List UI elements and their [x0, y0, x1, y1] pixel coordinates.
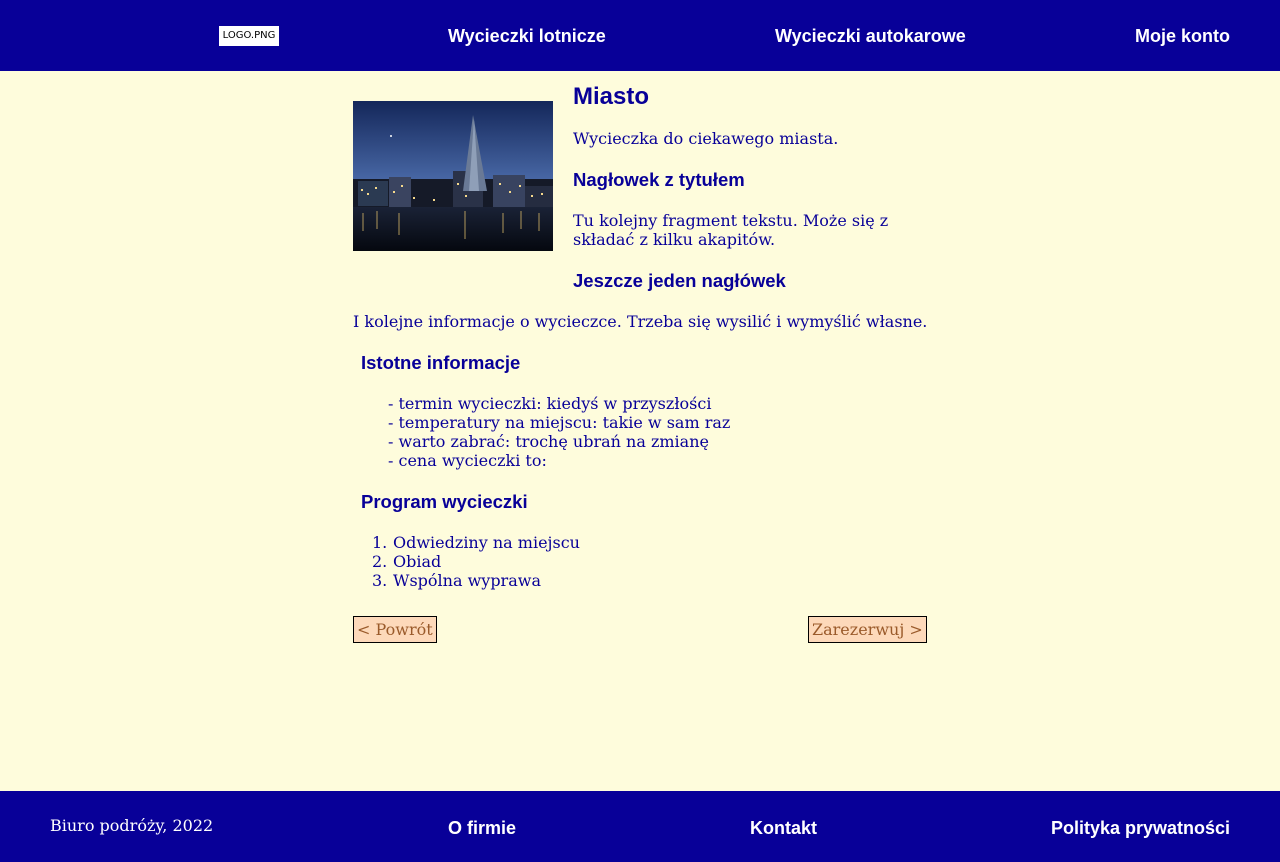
nav-link-bus-trips[interactable]: Wycieczki autokarowe	[775, 25, 966, 47]
site-footer: Biuro podróży, 2022 O firmie Kontakt Pol…	[0, 791, 1280, 862]
info-heading: Istotne informacje	[361, 352, 521, 373]
trip-intro: Wycieczka do ciekawego miasta.	[573, 129, 839, 148]
footer-link-privacy[interactable]: Polityka prywatności	[1051, 817, 1230, 839]
section-heading-2: Jeszcze jeden nagłówek	[573, 270, 786, 291]
paragraph-1-line-1: Tu kolejny fragment tekstu. Może się z	[573, 211, 889, 230]
city-photo	[353, 101, 553, 251]
info-item-temperature: - temperatury na miejscu: takie w sam ra…	[388, 413, 731, 432]
nav-link-my-account[interactable]: Moje konto	[1135, 25, 1230, 47]
program-number: 2.	[372, 552, 388, 571]
section-heading-1: Nagłowek z tytułem	[573, 169, 745, 190]
program-number: 1.	[372, 533, 388, 552]
copyright: Biuro podróży, 2022	[50, 816, 214, 835]
program-item: Obiad	[393, 552, 442, 571]
program-item: Wspólna wyprawa	[393, 571, 541, 590]
nav-link-air-trips[interactable]: Wycieczki lotnicze	[448, 25, 606, 47]
book-button[interactable]: Zarezerwuj >	[808, 616, 927, 643]
info-item-packing: - warto zabrać: trochę ubrań na zmianę	[388, 432, 709, 451]
program-item: Odwiedziny na miejscu	[393, 533, 580, 552]
footer-link-contact[interactable]: Kontakt	[750, 817, 817, 839]
footer-link-about[interactable]: O firmie	[448, 817, 516, 839]
trip-title: Miasto	[573, 83, 650, 110]
info-item-price: - cena wycieczki to:	[388, 451, 547, 470]
logo[interactable]: LOGO.PNG	[219, 26, 279, 46]
program-number: 3.	[372, 571, 388, 590]
paragraph-1-line-2: składać z kilku akapitów.	[573, 230, 776, 249]
back-button[interactable]: < Powrót	[353, 616, 437, 643]
program-heading: Program wycieczki	[361, 491, 528, 512]
info-item-date: - termin wycieczki: kiedyś w przyszłości	[388, 394, 712, 413]
paragraph-2: I kolejne informacje o wycieczce. Trzeba…	[353, 312, 928, 331]
site-header: LOGO.PNG Wycieczki lotnicze Wycieczki au…	[0, 0, 1280, 71]
